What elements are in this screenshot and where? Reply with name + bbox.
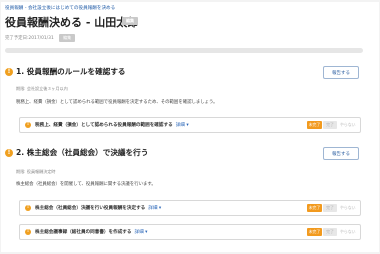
- details-link[interactable]: 詳細 ▾: [176, 123, 189, 128]
- status-undone-button[interactable]: 未完了: [307, 228, 322, 236]
- details-link[interactable]: 詳細 ▾: [148, 206, 161, 211]
- content-card: 役員報酬 - 会社設立後にはじめての役員報酬を決める 役員報酬決める - 山田太…: [1, 2, 379, 252]
- task-row: ! 税務上、経費（損金）として認められる役員報酬の範囲を確認する 詳細 ▾ 未完了…: [19, 117, 361, 133]
- task-alert-icon: !: [25, 122, 31, 128]
- due-date: 完了予定日:2017/01/31: [5, 36, 54, 41]
- task-label: 税務上、経費（損金）として認められる役員報酬の範囲を確認する: [35, 123, 173, 128]
- task-label: 株主総会議事録（総社員の同意書）を作成する: [35, 230, 132, 235]
- status-done-button[interactable]: 完了: [323, 228, 337, 236]
- status-buttons: 未完了 完了 やらない: [307, 228, 356, 236]
- section-title: 2. 株主総会（社員総会）で決議を行う: [16, 148, 149, 157]
- task-label: 株主総会（社員総会）決議を行い役員報酬を決定する: [35, 206, 146, 211]
- page-title-text: 役員報酬決める - 山田太郎: [5, 16, 139, 29]
- section-description: 株主総会（社員総会）を開催して、役員報酬に関する決議を行います。: [16, 182, 156, 187]
- status-skip-button[interactable]: やらない: [340, 121, 356, 129]
- progress-bar: [5, 48, 363, 53]
- section-description: 税務上、経費（損金）として認められる範囲で役員報酬を決定するため、その範囲を確認…: [16, 100, 218, 105]
- status-buttons: 未完了 完了 やらない: [307, 121, 356, 129]
- section-alert-icon: !: [5, 68, 13, 76]
- section-alert-icon: !: [5, 149, 13, 157]
- task-alert-icon: !: [25, 205, 31, 211]
- page-title: 役員報酬決める - 山田太郎 編集: [5, 14, 138, 30]
- task-row: ! 株主総会議事録（総社員の同意書）を作成する 詳細 ▾ 未完了 完了 やらない: [19, 224, 361, 240]
- report-button[interactable]: 報告する: [323, 66, 359, 79]
- status-undone-button[interactable]: 未完了: [307, 204, 322, 212]
- section-title: 1. 役員報酬のルールを確認する: [16, 67, 126, 76]
- status-done-button[interactable]: 完了: [323, 204, 337, 212]
- report-button[interactable]: 報告する: [323, 147, 359, 160]
- task-row: ! 株主総会（社員総会）決議を行い役員報酬を決定する 詳細 ▾ 未完了 完了 やら…: [19, 200, 361, 216]
- status-skip-button[interactable]: やらない: [340, 228, 356, 236]
- status-skip-button[interactable]: やらない: [340, 204, 356, 212]
- status-undone-button[interactable]: 未完了: [307, 121, 322, 129]
- section-deadline: 期限: 役員報酬決定時: [16, 169, 56, 174]
- due-edit-button[interactable]: 編集: [59, 34, 76, 42]
- section-deadline: 期限: 会社設立後３ヶ月以内: [16, 86, 68, 91]
- status-buttons: 未完了 完了 やらない: [307, 204, 356, 212]
- details-link[interactable]: 詳細 ▾: [134, 230, 147, 235]
- status-done-button[interactable]: 完了: [323, 121, 337, 129]
- title-edit-button[interactable]: 編集: [122, 17, 138, 25]
- breadcrumb[interactable]: 役員報酬 - 会社設立後にはじめての役員報酬を決める: [5, 5, 115, 11]
- due-date-row: 完了予定日:2017/01/31 編集: [5, 34, 76, 42]
- task-alert-icon: !: [25, 229, 31, 235]
